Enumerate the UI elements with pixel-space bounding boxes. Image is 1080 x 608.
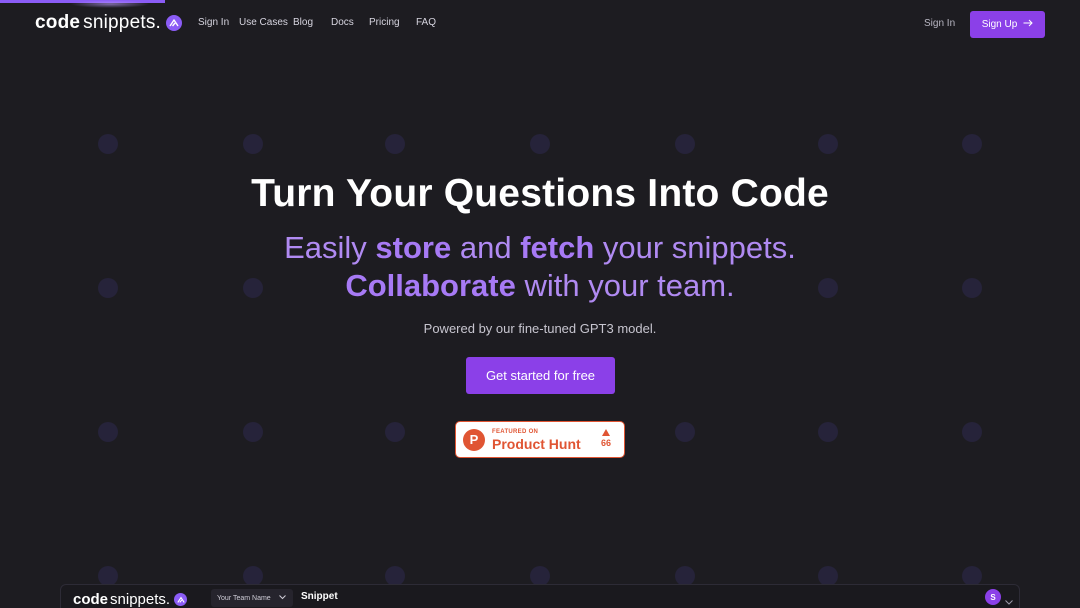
subtitle-text: with your team. [515, 268, 735, 303]
app-page-title: Snippet [301, 591, 338, 602]
app-logo-text-code: code [73, 591, 109, 608]
chevron-down-icon [278, 594, 286, 602]
subtitle-emphasis-fetch: fetch [520, 230, 595, 265]
hero-subtitle-line-1: Easily store and fetch your snippets. [0, 230, 1080, 266]
chevron-down-icon[interactable] [1005, 592, 1013, 608]
team-select-dropdown[interactable]: Your Team Name [211, 589, 293, 607]
logo-text-snippets: snippets. [83, 12, 162, 33]
logo-mountain-icon [166, 15, 183, 31]
arrow-right-icon [1023, 19, 1033, 30]
nav-link-sign-in[interactable]: Sign In [198, 17, 229, 28]
app-logo-text-snippets: snippets. [110, 591, 171, 608]
app-preview-window: code snippets. Your Team Name Snippet S [60, 584, 1020, 608]
progress-glow [70, 0, 150, 8]
product-hunt-name: Product Hunt [492, 435, 581, 452]
hero-title: Turn Your Questions Into Code [251, 172, 829, 215]
subtitle-emphasis-store: store [375, 230, 452, 265]
user-avatar[interactable]: S [985, 589, 1001, 605]
nav-link-docs[interactable]: Docs [331, 17, 354, 28]
product-hunt-featured-label: FEATURED ON [492, 428, 539, 435]
nav-link-faq[interactable]: FAQ [416, 17, 436, 28]
subtitle-text: Easily [284, 230, 376, 265]
product-hunt-text: FEATURED ON Product Hunt [492, 429, 581, 451]
subtitle-emphasis-collaborate: Collaborate [345, 268, 516, 303]
nav-link-blog[interactable]: Blog [293, 17, 313, 28]
product-hunt-logo-icon: P [463, 428, 485, 451]
sign-in-link[interactable]: Sign In [924, 18, 955, 29]
subtitle-text: and [451, 230, 521, 265]
logo-mountain-icon [174, 593, 188, 606]
product-hunt-votes: 66 [601, 429, 611, 448]
nav-link-use-cases[interactable]: Use Cases [239, 17, 288, 28]
powered-by-text: Powered by our fine-tuned GPT3 model. [423, 321, 657, 336]
background-dot-grid [0, 0, 1080, 608]
hero-subtitle-line-2: Collaborate with your team. [0, 268, 1080, 304]
sign-up-label: Sign Up [981, 19, 1018, 30]
product-hunt-badge[interactable]: P FEATURED ON Product Hunt 66 [455, 421, 625, 458]
product-hunt-vote-count: 66 [600, 438, 611, 448]
nav-link-pricing[interactable]: Pricing [369, 17, 400, 28]
team-select-value: Your Team Name [217, 594, 271, 602]
top-navigation: code snippets. Sign In Use Cases Blog Doc… [0, 0, 1080, 48]
logo-text-code: code [35, 12, 81, 33]
site-logo[interactable]: code snippets. [35, 12, 183, 34]
get-started-button[interactable]: Get started for free [466, 357, 615, 394]
subtitle-text: your snippets. [594, 230, 796, 265]
sign-up-button[interactable]: Sign Up [970, 11, 1045, 38]
app-preview-logo: code snippets. [73, 591, 188, 608]
upvote-triangle-icon [601, 429, 610, 436]
